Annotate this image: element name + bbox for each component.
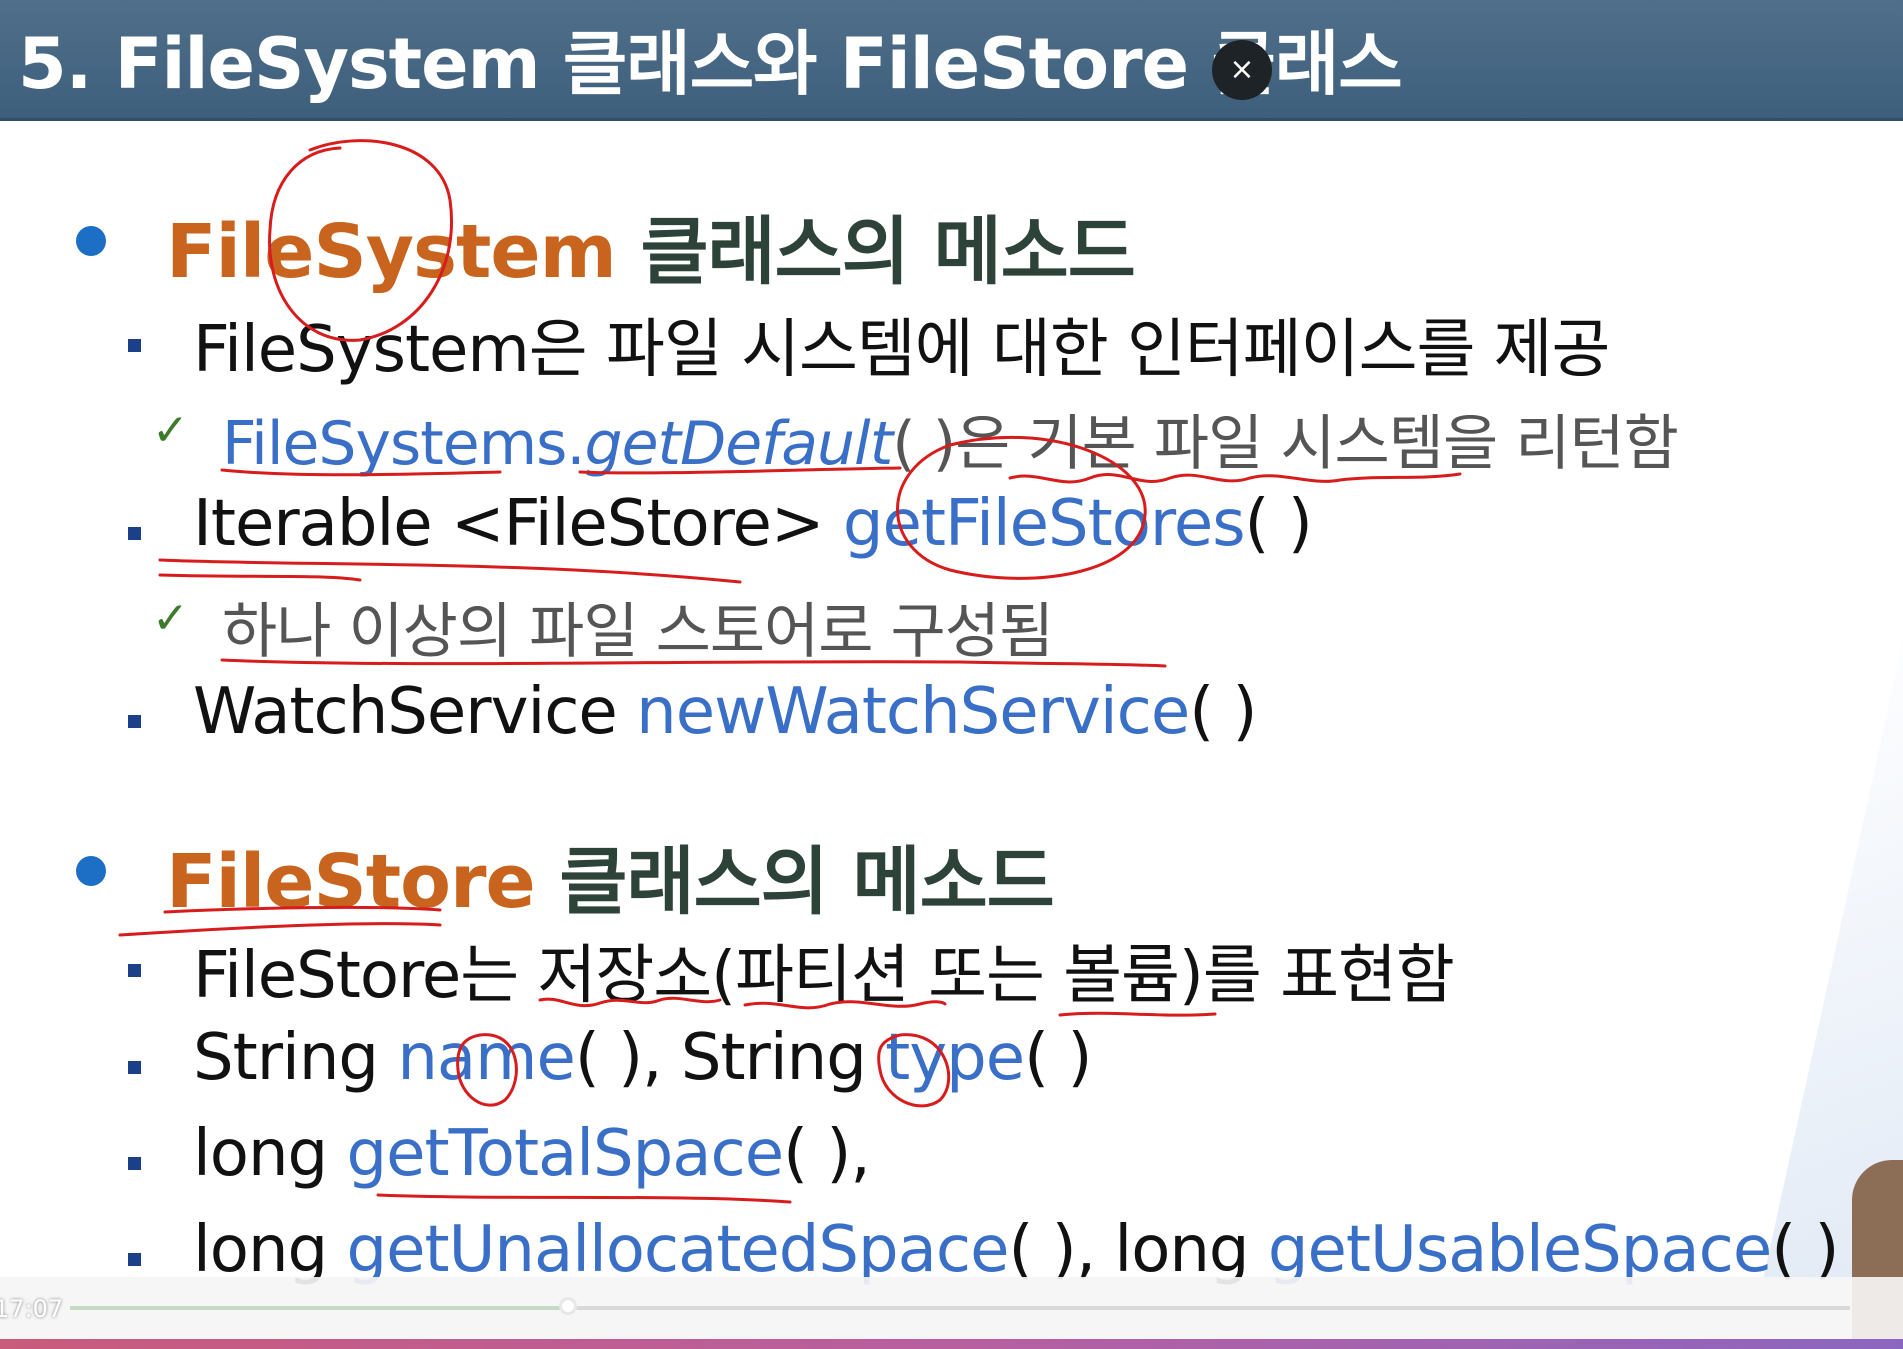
square-bullet-icon (128, 1253, 141, 1266)
method-name: getDefault (584, 409, 893, 479)
item-text: long (193, 1213, 347, 1287)
bullet-dot-icon (76, 856, 106, 886)
progress-fill (70, 1306, 569, 1310)
section-heading-filesystem: FileSystem 클래스의 메소드 (166, 192, 1136, 299)
item-text: 하나 이상의 파일 스토어로 구성됨 (222, 597, 1054, 667)
list-item: WatchService newWatchService( ) (193, 675, 1257, 749)
item-suffix: ( ) (1189, 675, 1257, 749)
item-suffix: ( ) (1771, 1213, 1839, 1287)
list-item: long getTotalSpace( ), (193, 1117, 871, 1191)
item-text: FileStore는 저장소(파티션 또는 볼륨)를 표현함 (193, 939, 1455, 1013)
square-bullet-icon (128, 339, 141, 352)
list-item: FileStore는 저장소(파티션 또는 볼륨)를 표현함 (193, 924, 1455, 1016)
method-name: getUsableSpace (1267, 1213, 1772, 1287)
close-icon[interactable]: × (1229, 52, 1254, 87)
checkmark-icon: ✓ (152, 593, 189, 644)
item-mid: ( ), String (574, 1021, 886, 1095)
annotation-underline-iterable-2 (158, 573, 362, 582)
method-name: newWatchService (636, 675, 1190, 749)
square-bullet-icon (128, 715, 141, 728)
list-item: FileSystems.getDefault( )은 기본 파일 시스템을 리턴… (222, 395, 1679, 482)
method-class: FileSystems. (222, 409, 585, 479)
bottom-color-strip (0, 1339, 1903, 1349)
list-item: long getUnallocatedSpace( ), long getUsa… (193, 1213, 1839, 1287)
square-bullet-icon (128, 1061, 141, 1074)
list-item: FileSystem은 파일 시스템에 대한 인터페이스를 제공 (193, 298, 1610, 390)
progress-track[interactable] (70, 1297, 1850, 1315)
annotation-underline-iterable (158, 558, 742, 584)
list-item: String name( ), String type( ) (193, 1021, 1092, 1095)
method-name: getFileStores (842, 487, 1246, 561)
annotation-underline-gettotalspace (376, 1193, 792, 1204)
method-name: getUnallocatedSpace (346, 1213, 1009, 1287)
method-name: getTotalSpace (346, 1117, 784, 1191)
method-name: type (885, 1021, 1025, 1095)
list-item: Iterable <FileStore> getFileStores( ) (193, 487, 1313, 561)
close-button[interactable]: × (1212, 40, 1272, 100)
square-bullet-icon (128, 964, 141, 977)
item-text: String (193, 1021, 398, 1095)
item-mid: ( ), long (1008, 1213, 1268, 1287)
square-bullet-icon (128, 1157, 141, 1170)
bullet-dot-icon (76, 226, 106, 256)
slide: 5. FileSystem 클래스와 FileStore 클래스 × FileS… (0, 0, 1903, 1349)
list-item: 하나 이상의 파일 스토어로 구성됨 (222, 583, 1054, 670)
time-display: 17:07 (0, 1295, 64, 1323)
item-suffix: ( ) (1244, 487, 1313, 561)
item-text: FileSystem은 파일 시스템에 대한 인터페이스를 제공 (193, 313, 1610, 387)
heading-accent: FileSystem (166, 209, 617, 295)
heading-rest: 클래스의 메소드 (534, 839, 1054, 925)
title-bar: 5. FileSystem 클래스와 FileStore 클래스 (0, 0, 1903, 121)
item-suffix: ( ) (1024, 1021, 1092, 1095)
video-player-bar[interactable]: 17:07 (0, 1277, 1903, 1339)
heading-accent: FileStore (166, 839, 536, 925)
item-text: Iterable <FileStore> (193, 487, 843, 561)
heading-rest: 클래스의 메소드 (615, 209, 1135, 295)
item-suffix: ( ), (783, 1117, 871, 1191)
checkmark-icon: ✓ (152, 405, 189, 456)
item-text: long (193, 1117, 347, 1191)
section-heading-filestore: FileStore 클래스의 메소드 (166, 822, 1055, 929)
square-bullet-icon (128, 527, 141, 540)
item-text: ( )은 기본 파일 시스템을 리턴함 (892, 409, 1679, 479)
slide-title: 5. FileSystem 클래스와 FileStore 클래스 (18, 23, 1403, 105)
method-name: name (397, 1021, 575, 1095)
progress-knob[interactable] (559, 1297, 578, 1315)
item-text: WatchService (193, 675, 637, 749)
